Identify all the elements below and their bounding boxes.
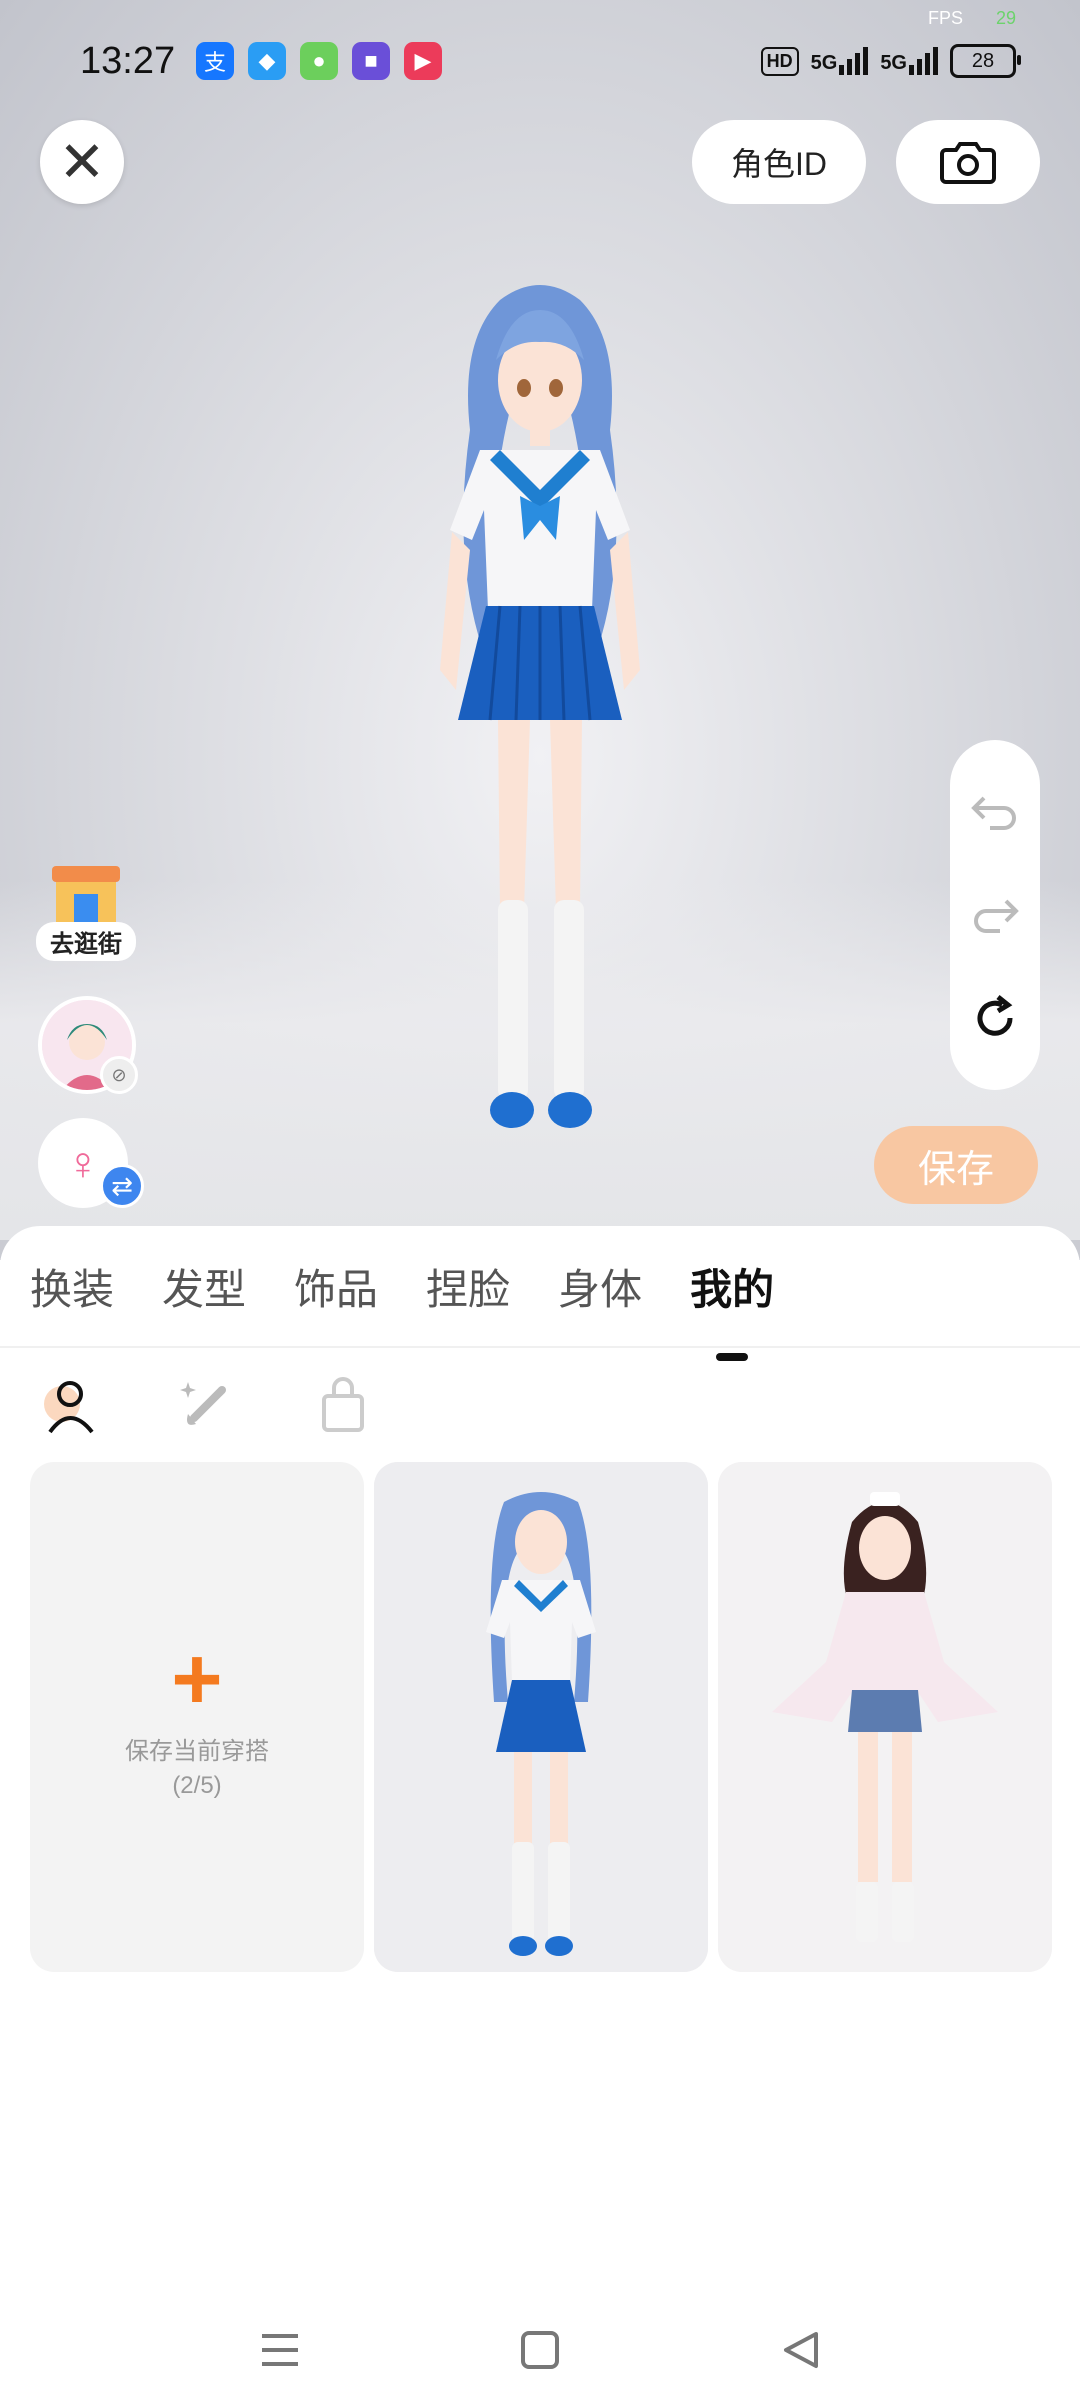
edit-controls (950, 740, 1040, 1090)
home-icon (521, 2331, 559, 2369)
reset-button[interactable] (965, 988, 1025, 1048)
notification-icons: 支 ◆ ● ■ ▶ (196, 42, 442, 80)
back-button[interactable] (770, 2320, 830, 2380)
tab-body[interactable]: 身体 (558, 1256, 642, 1317)
go-shopping-button[interactable]: 去逛街 (36, 860, 136, 964)
battery-icon: 28 (950, 44, 1021, 78)
outfit-thumbnail-sailor (374, 1462, 708, 1972)
redo-icon (974, 899, 1019, 933)
camera-icon (940, 142, 996, 184)
alipay-icon: 支 (196, 42, 234, 80)
save-button[interactable]: 保存 (874, 1126, 1038, 1204)
undo-button[interactable] (965, 782, 1025, 842)
hide-icon[interactable]: ⊘ (100, 1056, 138, 1094)
bottom-sheet: 换装 发型 饰品 捏脸 身体 我的 + 保存当前穿搭 (2/5) (0, 1226, 1080, 2400)
signal-label-2: 5G (880, 52, 907, 74)
tab-mine[interactable]: 我的 (690, 1256, 774, 1317)
makeup-tab[interactable] (174, 1374, 236, 1436)
system-nav-bar (0, 2300, 1080, 2400)
signal-icon-2: 5G (880, 47, 938, 75)
shop-label: 去逛街 (36, 922, 136, 961)
menu-icon (262, 2334, 298, 2366)
tabs-divider (0, 1346, 1080, 1348)
plus-icon: + (171, 1628, 223, 1728)
video-icon: ▶ (404, 42, 442, 80)
brush-sparkle-icon (180, 1382, 226, 1425)
saved-outfits-grid: + 保存当前穿搭 (2/5) (30, 1462, 1052, 1972)
tab-outfit[interactable]: 换装 (30, 1256, 114, 1317)
bag-icon (322, 1377, 364, 1432)
signal-icon: 5G (811, 47, 869, 75)
outfit-card-nurse[interactable] (718, 1462, 1052, 1972)
game-icon: ● (300, 42, 338, 80)
redo-button[interactable] (965, 885, 1025, 945)
close-icon: ✕ (58, 130, 106, 193)
swap-icon[interactable]: ⇄ (100, 1164, 144, 1208)
save-current-outfit-card[interactable]: + 保存当前穿搭 (2/5) (30, 1462, 364, 1972)
person-tab[interactable] (36, 1374, 98, 1436)
system-indicators: HD 5G 5G 28 (760, 44, 1021, 78)
outfit-card-sailor[interactable] (374, 1462, 708, 1972)
signal-label-1: 5G (810, 52, 838, 74)
status-bar: 13:27 支 ◆ ● ■ ▶ FPS 29 HD 5G 5G 28 (0, 0, 1080, 120)
tab-accessories[interactable]: 饰品 (294, 1256, 378, 1317)
shop-icon (52, 866, 120, 924)
save-outfit-label: 保存当前穿搭 (125, 1737, 269, 1765)
undo-icon (971, 796, 1016, 830)
home-button[interactable] (510, 2320, 570, 2380)
bag-tab[interactable] (312, 1374, 374, 1436)
avatar-scene[interactable]: 13:27 支 ◆ ● ■ ▶ FPS 29 HD 5G 5G 28 ✕ 角色I… (0, 0, 1080, 1260)
close-button[interactable]: ✕ (40, 120, 124, 204)
chat-icon: ■ (352, 42, 390, 80)
hd-icon: HD (760, 46, 799, 76)
sub-category-icons (36, 1374, 374, 1436)
tab-face[interactable]: 捏脸 (426, 1256, 510, 1317)
back-icon (784, 2332, 818, 2368)
role-id-button[interactable]: 角色ID (692, 120, 866, 204)
category-tabs: 换装 发型 饰品 捏脸 身体 我的 (0, 1226, 1080, 1346)
avatar-character[interactable] (360, 270, 720, 1170)
browser-icon: ◆ (248, 42, 286, 80)
tab-hairstyle[interactable]: 发型 (162, 1256, 246, 1317)
save-outfit-count: (2/5) (172, 1771, 222, 1799)
outfit-thumbnail-nurse (718, 1462, 1052, 1972)
refresh-icon (977, 995, 1013, 1037)
menu-button[interactable] (250, 2320, 310, 2380)
camera-button[interactable] (896, 120, 1040, 204)
person-icon (44, 1381, 94, 1434)
fps-label: FPS (928, 8, 964, 28)
status-time: 13:27 (80, 40, 176, 82)
fps-value: 29 (996, 8, 1017, 28)
female-icon: ♀ (65, 1137, 101, 1189)
